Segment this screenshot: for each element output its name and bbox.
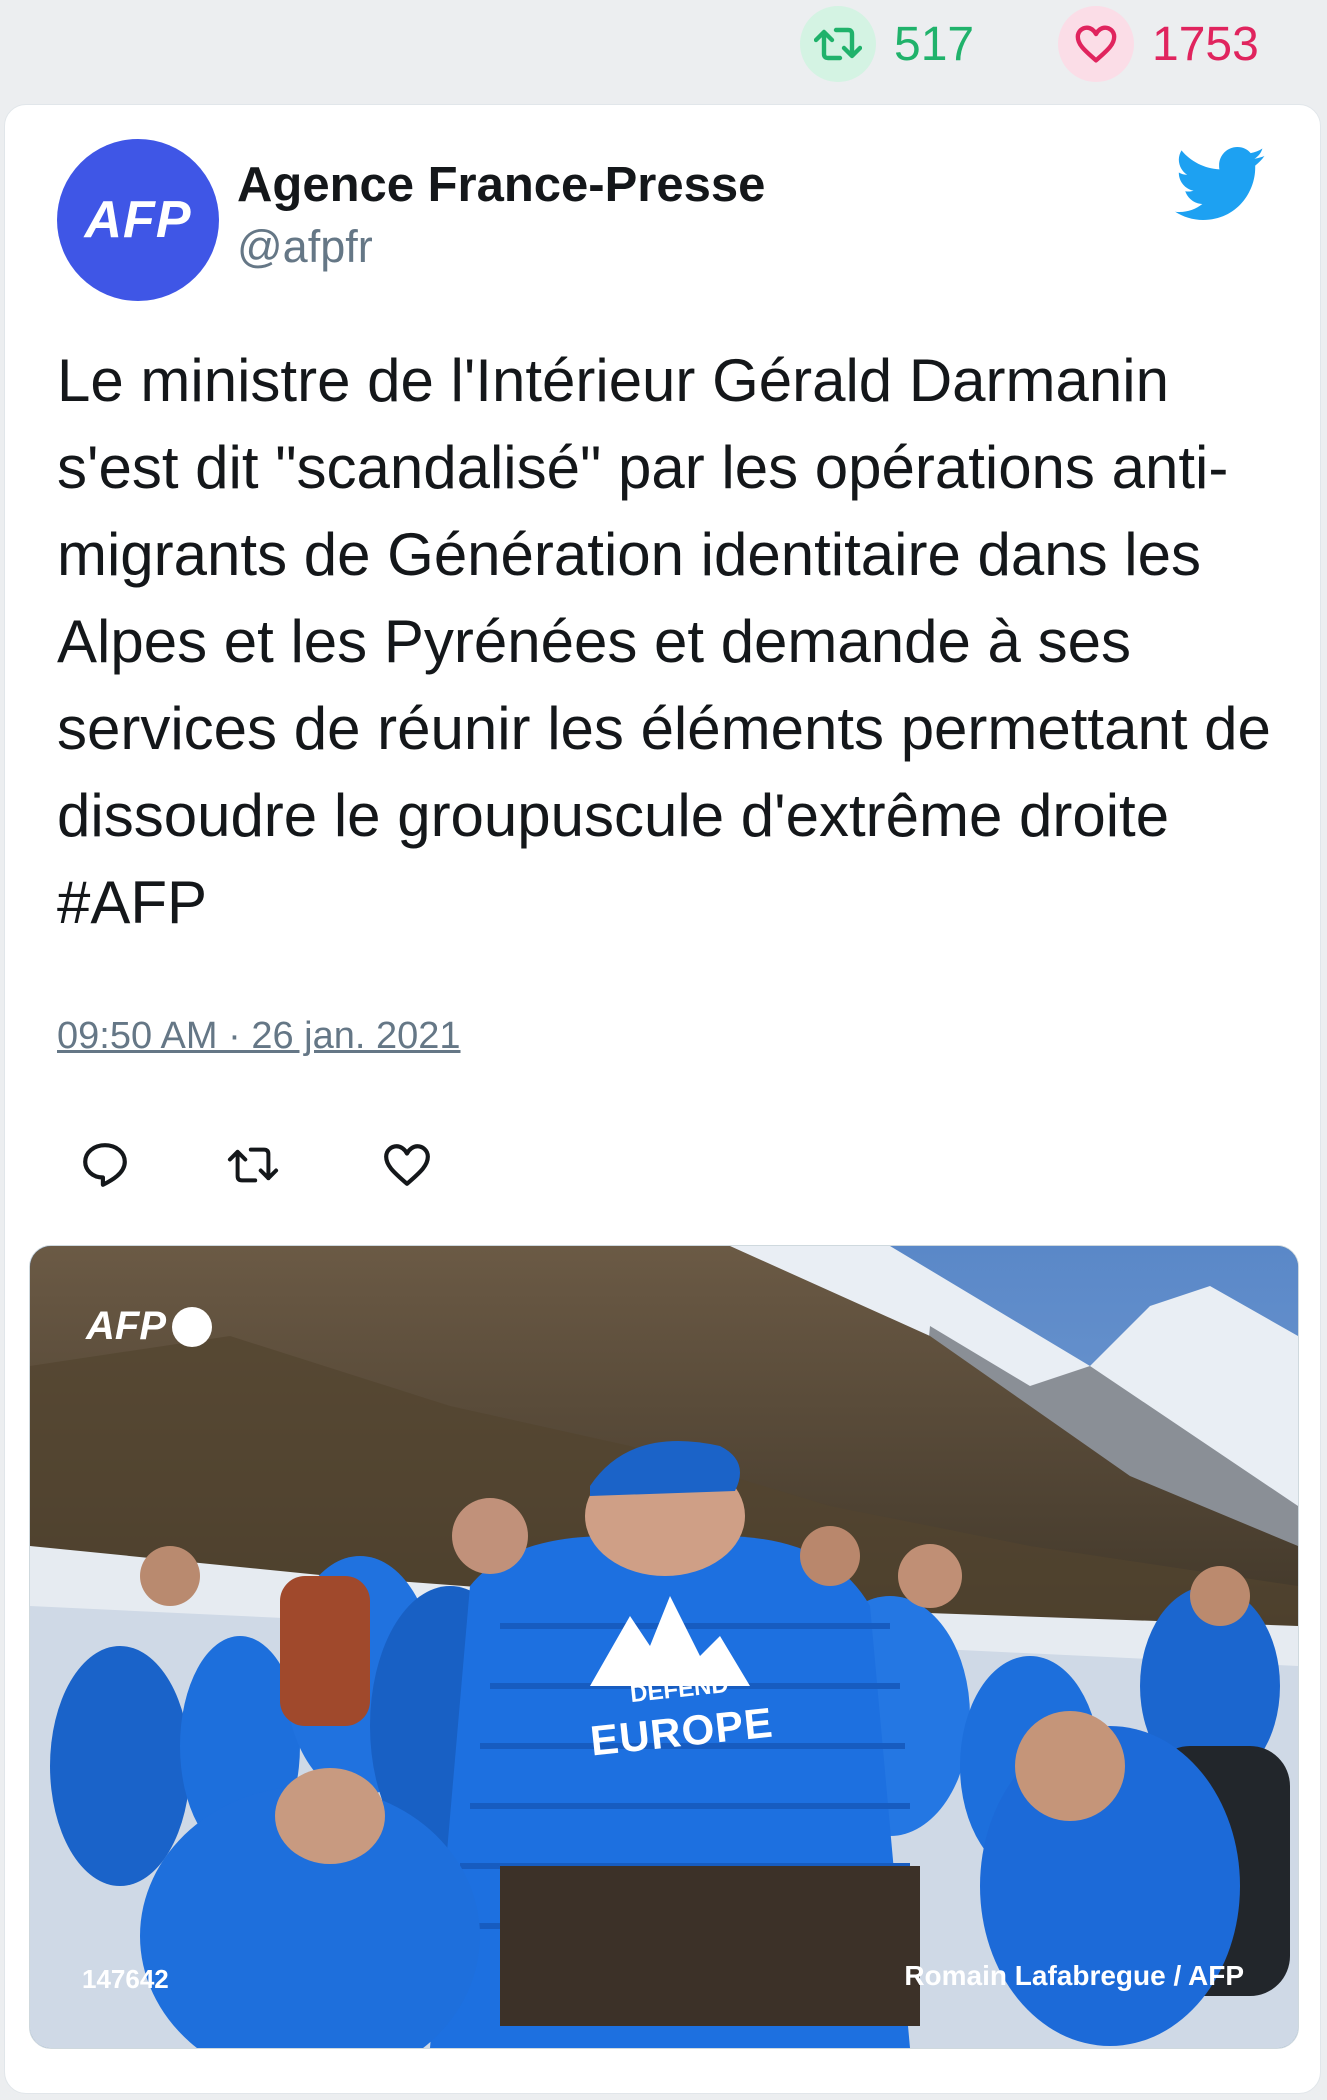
tweet-timestamp[interactable]: 09:50 AM · 26 jan. 2021 — [57, 1015, 461, 1058]
twitter-bird-icon[interactable] — [1175, 147, 1267, 223]
reply-button[interactable] — [75, 1135, 135, 1195]
photo-id: 147642 — [82, 1964, 169, 1994]
like-count: 1753 — [1152, 17, 1259, 71]
retweet-stat[interactable]: 517 — [800, 6, 974, 82]
like-stat[interactable]: 1753 — [1058, 6, 1259, 82]
tweet-photo[interactable]: AFP DEFEND EUROPE 147642 Romain Lafabreg… — [29, 1245, 1299, 2049]
watermark-dot — [172, 1306, 212, 1347]
author-name[interactable]: Agence France-Presse — [237, 157, 765, 213]
avatar[interactable]: AFP — [57, 139, 219, 301]
tweet-card: AFP Agence France-Presse @afpfr Le minis… — [4, 104, 1321, 2094]
author-handle[interactable]: @afpfr — [237, 221, 373, 273]
retweet-icon — [227, 1147, 279, 1183]
avatar-text: AFP — [84, 191, 192, 249]
afp-watermark: AFP — [86, 1304, 212, 1349]
tweet-text: Le ministre de l'Intérieur Gérald Darman… — [57, 347, 1271, 936]
engagement-stats: 517 1753 — [0, 0, 1327, 100]
reply-icon — [83, 1143, 127, 1187]
photo-scene — [30, 1246, 1298, 2048]
like-button[interactable] — [377, 1135, 437, 1195]
heart-icon — [1058, 6, 1134, 82]
retweet-button[interactable] — [223, 1135, 283, 1195]
retweet-icon — [800, 6, 876, 82]
watermark-text: AFP — [86, 1304, 166, 1348]
heart-icon — [384, 1144, 430, 1186]
retweet-count: 517 — [894, 17, 975, 71]
photo-credit: Romain Lafabregue / AFP — [904, 1960, 1244, 1991]
